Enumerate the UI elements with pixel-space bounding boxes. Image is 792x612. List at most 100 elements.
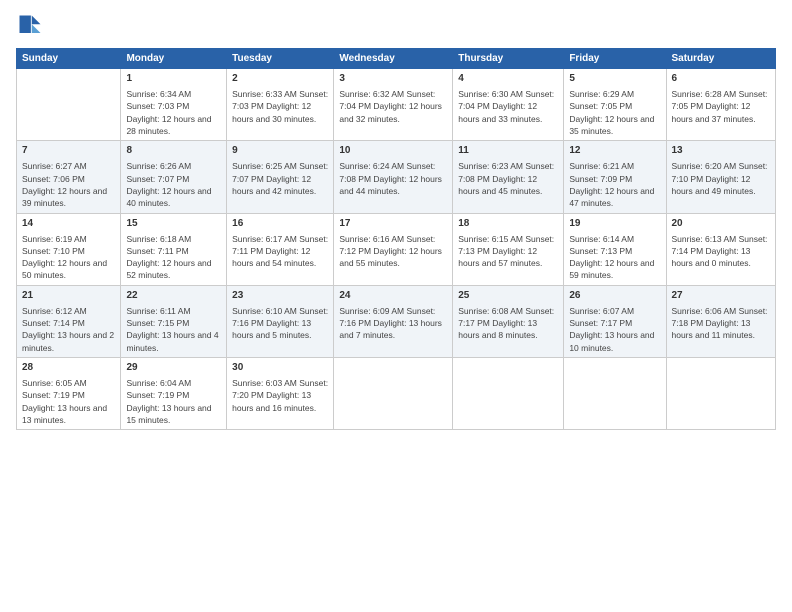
day-number: 24: [339, 289, 447, 303]
calendar-cell: 24 Sunrise: 6:09 AM Sunset: 7:16 PM Dayli…: [334, 285, 453, 357]
cell-content: Sunrise: 6:34 AM Sunset: 7:03 PM Dayligh…: [126, 88, 221, 137]
day-number: 2: [232, 72, 328, 86]
day-number: 10: [339, 144, 447, 158]
cell-content: Sunrise: 6:18 AM Sunset: 7:11 PM Dayligh…: [126, 233, 221, 282]
calendar-cell: [334, 358, 453, 430]
cell-content: Sunrise: 6:20 AM Sunset: 7:10 PM Dayligh…: [672, 160, 771, 197]
calendar-cell: 9 Sunrise: 6:25 AM Sunset: 7:07 PM Daylig…: [227, 141, 334, 213]
calendar-cell: 25 Sunrise: 6:08 AM Sunset: 7:17 PM Dayli…: [453, 285, 564, 357]
day-number: 26: [569, 289, 660, 303]
cell-content: Sunrise: 6:04 AM Sunset: 7:19 PM Dayligh…: [126, 377, 221, 426]
calendar-cell: 5 Sunrise: 6:29 AM Sunset: 7:05 PM Daylig…: [564, 69, 666, 141]
logo-icon: [16, 12, 44, 40]
calendar-cell: 7 Sunrise: 6:27 AM Sunset: 7:06 PM Daylig…: [17, 141, 121, 213]
calendar-cell: 11 Sunrise: 6:23 AM Sunset: 7:08 PM Dayli…: [453, 141, 564, 213]
day-number: 20: [672, 217, 771, 231]
day-number: 8: [126, 144, 221, 158]
calendar-week-row: 7 Sunrise: 6:27 AM Sunset: 7:06 PM Daylig…: [17, 141, 776, 213]
day-number: 1: [126, 72, 221, 86]
day-number: 3: [339, 72, 447, 86]
day-number: 18: [458, 217, 558, 231]
day-number: 28: [22, 361, 115, 375]
header: [16, 12, 776, 40]
calendar-cell: 27Sunrise: 6:06 AM Sunset: 7:18 PM Dayli…: [666, 285, 776, 357]
day-number: 5: [569, 72, 660, 86]
day-number: 29: [126, 361, 221, 375]
day-number: 23: [232, 289, 328, 303]
header-cell-sunday: Sunday: [17, 49, 121, 69]
day-number: 22: [126, 289, 221, 303]
cell-content: Sunrise: 6:12 AM Sunset: 7:14 PM Dayligh…: [22, 305, 115, 354]
day-number: 11: [458, 144, 558, 158]
day-number: 6: [672, 72, 771, 86]
calendar-cell: 2 Sunrise: 6:33 AM Sunset: 7:03 PM Daylig…: [227, 69, 334, 141]
calendar-cell: 14 Sunrise: 6:19 AM Sunset: 7:10 PM Dayli…: [17, 213, 121, 285]
header-cell-wednesday: Wednesday: [334, 49, 453, 69]
calendar-cell: 19 Sunrise: 6:14 AM Sunset: 7:13 PM Dayli…: [564, 213, 666, 285]
day-number: 17: [339, 217, 447, 231]
calendar-cell: 6 Sunrise: 6:28 AM Sunset: 7:05 PM Daylig…: [666, 69, 776, 141]
day-number: 30: [232, 361, 328, 375]
header-cell-monday: Monday: [121, 49, 227, 69]
cell-content: Sunrise: 6:23 AM Sunset: 7:08 PM Dayligh…: [458, 160, 558, 197]
cell-content: Sunrise: 6:24 AM Sunset: 7:08 PM Dayligh…: [339, 160, 447, 197]
calendar-cell: 22 Sunrise: 6:11 AM Sunset: 7:15 PM Dayli…: [121, 285, 227, 357]
cell-content: Sunrise: 6:25 AM Sunset: 7:07 PM Dayligh…: [232, 160, 328, 197]
calendar-cell: 3 Sunrise: 6:32 AM Sunset: 7:04 PM Daylig…: [334, 69, 453, 141]
calendar-week-row: 14 Sunrise: 6:19 AM Sunset: 7:10 PM Dayli…: [17, 213, 776, 285]
cell-content: Sunrise: 6:07 AM Sunset: 7:17 PM Dayligh…: [569, 305, 660, 354]
header-cell-thursday: Thursday: [453, 49, 564, 69]
cell-content: Sunrise: 6:33 AM Sunset: 7:03 PM Dayligh…: [232, 88, 328, 125]
day-number: 14: [22, 217, 115, 231]
logo: [16, 12, 48, 40]
calendar-cell: 13 Sunrise: 6:20 AM Sunset: 7:10 PM Dayli…: [666, 141, 776, 213]
day-number: 21: [22, 289, 115, 303]
cell-content: Sunrise: 6:09 AM Sunset: 7:16 PM Dayligh…: [339, 305, 447, 342]
day-number: 19: [569, 217, 660, 231]
day-number: 9: [232, 144, 328, 158]
calendar-cell: [564, 358, 666, 430]
calendar-cell: 21 Sunrise: 6:12 AM Sunset: 7:14 PM Dayli…: [17, 285, 121, 357]
calendar-week-row: 28 Sunrise: 6:05 AM Sunset: 7:19 PM Dayli…: [17, 358, 776, 430]
calendar-cell: 29 Sunrise: 6:04 AM Sunset: 7:19 PM Dayli…: [121, 358, 227, 430]
cell-content: Sunrise: 6:29 AM Sunset: 7:05 PM Dayligh…: [569, 88, 660, 137]
cell-content: Sunrise: 6:17 AM Sunset: 7:11 PM Dayligh…: [232, 233, 328, 270]
header-cell-tuesday: Tuesday: [227, 49, 334, 69]
cell-content: Sunrise: 6:27 AM Sunset: 7:06 PM Dayligh…: [22, 160, 115, 209]
day-number: 15: [126, 217, 221, 231]
cell-content: Sunrise: 6:15 AM Sunset: 7:13 PM Dayligh…: [458, 233, 558, 270]
day-number: 13: [672, 144, 771, 158]
cell-content: Sunrise: 6:11 AM Sunset: 7:15 PM Dayligh…: [126, 305, 221, 354]
calendar-cell: 12Sunrise: 6:21 AM Sunset: 7:09 PM Dayli…: [564, 141, 666, 213]
cell-content: Sunrise: 6:19 AM Sunset: 7:10 PM Dayligh…: [22, 233, 115, 282]
day-number: 16: [232, 217, 328, 231]
cell-content: Sunrise: 6:08 AM Sunset: 7:17 PM Dayligh…: [458, 305, 558, 342]
cell-content: Sunrise: 6:10 AM Sunset: 7:16 PM Dayligh…: [232, 305, 328, 342]
calendar-table: SundayMondayTuesdayWednesdayThursdayFrid…: [16, 48, 776, 430]
calendar-cell: 26 Sunrise: 6:07 AM Sunset: 7:17 PM Dayli…: [564, 285, 666, 357]
calendar-header-row: SundayMondayTuesdayWednesdayThursdayFrid…: [17, 49, 776, 69]
cell-content: Sunrise: 6:28 AM Sunset: 7:05 PM Dayligh…: [672, 88, 771, 125]
calendar-week-row: 21 Sunrise: 6:12 AM Sunset: 7:14 PM Dayli…: [17, 285, 776, 357]
cell-content: Sunrise: 6:05 AM Sunset: 7:19 PM Dayligh…: [22, 377, 115, 426]
calendar-cell: [17, 69, 121, 141]
calendar-cell: 8 Sunrise: 6:26 AM Sunset: 7:07 PM Daylig…: [121, 141, 227, 213]
page: SundayMondayTuesdayWednesdayThursdayFrid…: [0, 0, 792, 612]
day-number: 7: [22, 144, 115, 158]
calendar-cell: 28 Sunrise: 6:05 AM Sunset: 7:19 PM Dayli…: [17, 358, 121, 430]
day-number: 27: [672, 289, 771, 303]
cell-content: Sunrise: 6:21 AM Sunset: 7:09 PM Dayligh…: [569, 160, 660, 209]
calendar-cell: 4 Sunrise: 6:30 AM Sunset: 7:04 PM Daylig…: [453, 69, 564, 141]
header-cell-friday: Friday: [564, 49, 666, 69]
cell-content: Sunrise: 6:26 AM Sunset: 7:07 PM Dayligh…: [126, 160, 221, 209]
cell-content: Sunrise: 6:32 AM Sunset: 7:04 PM Dayligh…: [339, 88, 447, 125]
cell-content: Sunrise: 6:14 AM Sunset: 7:13 PM Dayligh…: [569, 233, 660, 282]
calendar-week-row: 1 Sunrise: 6:34 AM Sunset: 7:03 PM Daylig…: [17, 69, 776, 141]
day-number: 25: [458, 289, 558, 303]
calendar-cell: 30Sunrise: 6:03 AM Sunset: 7:20 PM Dayli…: [227, 358, 334, 430]
calendar-cell: 16 Sunrise: 6:17 AM Sunset: 7:11 PM Dayli…: [227, 213, 334, 285]
day-number: 4: [458, 72, 558, 86]
header-cell-saturday: Saturday: [666, 49, 776, 69]
cell-content: Sunrise: 6:30 AM Sunset: 7:04 PM Dayligh…: [458, 88, 558, 125]
calendar-cell: 1 Sunrise: 6:34 AM Sunset: 7:03 PM Daylig…: [121, 69, 227, 141]
